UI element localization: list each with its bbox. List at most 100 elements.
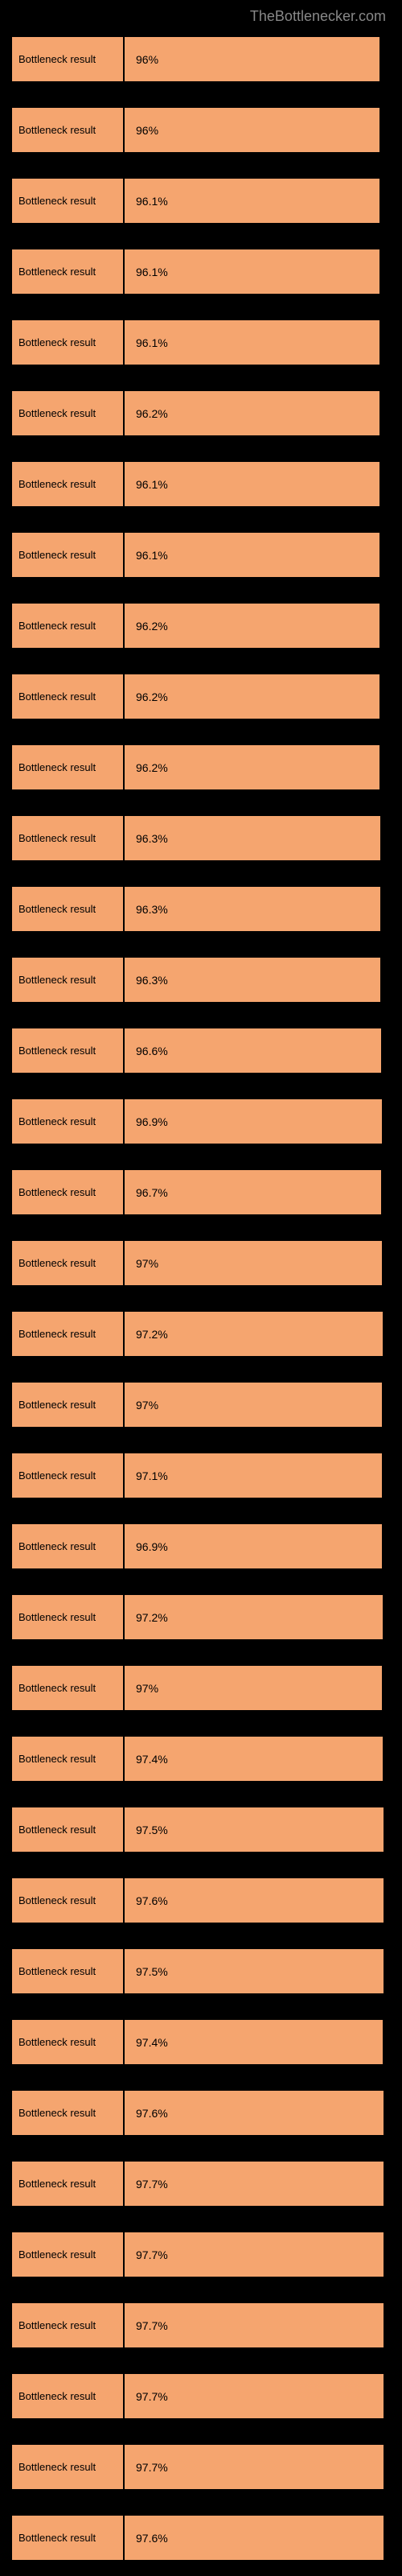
row-label: Bottleneck result (12, 887, 125, 931)
chart-row: Bottleneck result97.4% (12, 1737, 390, 1781)
bar-area: 96.1% (125, 249, 390, 294)
chart-row: Bottleneck result97% (12, 1383, 390, 1427)
bar-area: 97.7% (125, 2445, 390, 2489)
chart-row: Bottleneck result96.1% (12, 533, 390, 577)
row-label: Bottleneck result (12, 1878, 125, 1923)
bar: 97.6% (125, 2516, 384, 2560)
bar: 96.1% (125, 249, 379, 294)
row-label: Bottleneck result (12, 2516, 125, 2560)
bar-value: 96.7% (136, 1186, 168, 1199)
bar: 96.2% (125, 604, 379, 648)
bar-value: 97.7% (136, 2248, 168, 2261)
bar-area: 97.4% (125, 1737, 390, 1781)
row-label: Bottleneck result (12, 2020, 125, 2064)
bar: 96.1% (125, 179, 379, 223)
row-label: Bottleneck result (12, 1241, 125, 1285)
bar-area: 96.1% (125, 320, 390, 365)
bar-area: 97% (125, 1383, 390, 1427)
row-label: Bottleneck result (12, 1807, 125, 1852)
bar: 96% (125, 37, 379, 81)
bar: 97.2% (125, 1595, 383, 1639)
bar-area: 97.6% (125, 2516, 390, 2560)
bar-value: 97.6% (136, 2532, 168, 2545)
chart-row: Bottleneck result97.7% (12, 2445, 390, 2489)
chart-row: Bottleneck result96.1% (12, 249, 390, 294)
bar: 96.3% (125, 887, 380, 931)
bar-area: 96.9% (125, 1524, 390, 1568)
row-label: Bottleneck result (12, 108, 125, 152)
row-label: Bottleneck result (12, 2303, 125, 2347)
chart-row: Bottleneck result 96.9% (12, 1099, 390, 1144)
chart-row: Bottleneck result96.3% (12, 816, 390, 860)
row-label: Bottleneck result (12, 1666, 125, 1710)
chart-container: Bottleneck result96%Bottleneck result96%… (0, 37, 402, 2576)
chart-row: Bottleneck result96.3% (12, 958, 390, 1002)
bar-value: 96.2% (136, 761, 168, 774)
chart-row: Bottleneck result96.1% (12, 320, 390, 365)
chart-row: Bottleneck result 97% (12, 1666, 390, 1710)
bar-area: 97.5% (125, 1949, 390, 1993)
row-label: Bottleneck result (12, 1595, 125, 1639)
bar-area: 96.2% (125, 745, 390, 789)
bar-area: 97.6% (125, 1878, 390, 1923)
bar-area: 97% (125, 1241, 390, 1285)
bar-area: 96.3% (125, 958, 390, 1002)
bar-area: 96.7% (125, 1170, 390, 1214)
row-label: Bottleneck result (12, 320, 125, 365)
bar-value: 96.9% (136, 1115, 168, 1128)
row-label: Bottleneck result (12, 37, 125, 81)
row-label: Bottleneck result (12, 2091, 125, 2135)
bar-value: 96.1% (136, 266, 168, 278)
bar-value: 96% (136, 124, 158, 137)
bar-value: 96.3% (136, 903, 168, 916)
bar-area: 96.6% (125, 1028, 390, 1073)
bar: 97% (125, 1241, 382, 1285)
chart-row: Bottleneck result 96.3% (12, 887, 390, 931)
row-label: Bottleneck result (12, 462, 125, 506)
chart-row: Bottleneck result97.5% (12, 1949, 390, 1993)
row-label: Bottleneck result (12, 1453, 125, 1498)
bar-value: 97.6% (136, 2107, 168, 2120)
row-label: Bottleneck result (12, 1099, 125, 1144)
chart-row: Bottleneck result 96% (12, 108, 390, 152)
bar: 97.5% (125, 1949, 384, 1993)
chart-row: Bottleneck result96.1% (12, 179, 390, 223)
bar-area: 96.1% (125, 179, 390, 223)
bar-value: 97.7% (136, 2319, 168, 2332)
bar-value: 97.6% (136, 1894, 168, 1907)
chart-row: Bottleneck result96.7% (12, 1170, 390, 1214)
bar-value: 97.2% (136, 1328, 168, 1341)
row-label: Bottleneck result (12, 1949, 125, 1993)
bar-value: 96.6% (136, 1045, 168, 1057)
chart-row: Bottleneck result97.7% (12, 2162, 390, 2206)
chart-row: Bottleneck result96.9% (12, 1524, 390, 1568)
bar-value: 97.4% (136, 2036, 168, 2049)
bar-area: 97.7% (125, 2303, 390, 2347)
bar-value: 96.1% (136, 549, 168, 562)
chart-row: Bottleneck result 97.7% (12, 2303, 390, 2347)
chart-row: Bottleneck result97% (12, 1241, 390, 1285)
bar-value: 97% (136, 1682, 158, 1695)
bar-value: 96.1% (136, 478, 168, 491)
row-label: Bottleneck result (12, 745, 125, 789)
chart-row: Bottleneck result97.5% (12, 1807, 390, 1852)
bar: 96.7% (125, 1170, 381, 1214)
row-label: Bottleneck result (12, 179, 125, 223)
bar-area: 96.2% (125, 604, 390, 648)
chart-row: Bottleneck result96.2% (12, 391, 390, 435)
chart-row: Bottleneck result97.2% (12, 1595, 390, 1639)
bar-area: 97.4% (125, 2020, 390, 2064)
bar: 96.3% (125, 816, 380, 860)
chart-row: Bottleneck result97.7% (12, 2374, 390, 2418)
bar-area: 97.7% (125, 2162, 390, 2206)
row-label: Bottleneck result (12, 674, 125, 719)
chart-row: Bottleneck result97.2% (12, 1312, 390, 1356)
bar-area: 96% (125, 108, 390, 152)
bar: 97.7% (125, 2162, 384, 2206)
row-label: Bottleneck result (12, 2232, 125, 2277)
bar: 96.1% (125, 320, 379, 365)
bar-value: 97.7% (136, 2461, 168, 2474)
row-label: Bottleneck result (12, 391, 125, 435)
chart-row: Bottleneck result96.6% (12, 1028, 390, 1073)
row-label: Bottleneck result (12, 1737, 125, 1781)
